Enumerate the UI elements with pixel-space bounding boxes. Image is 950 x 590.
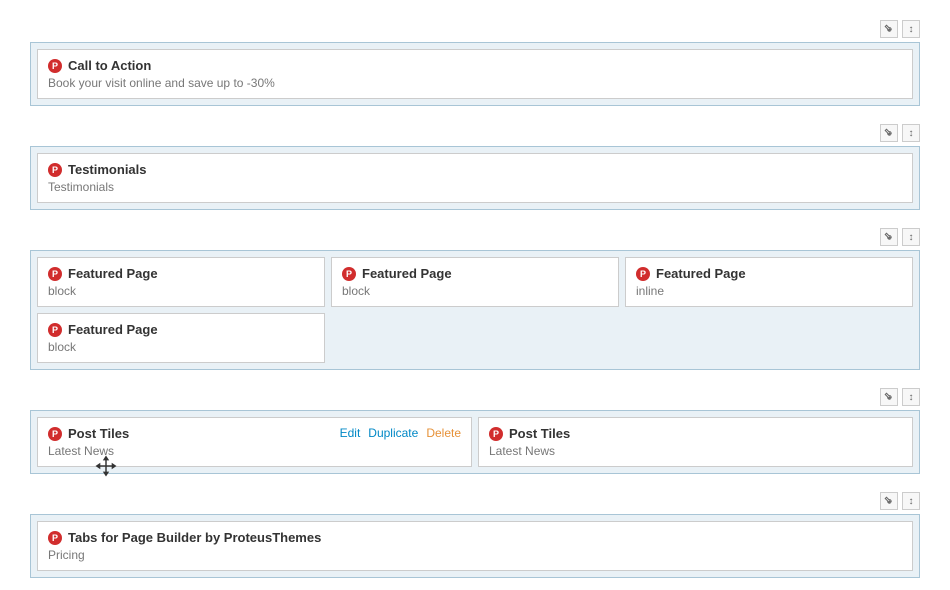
row-tools [30,228,920,246]
proteus-icon: P [48,267,62,281]
row-wrap: P Featured Page block P Featured Page bl… [30,250,920,370]
row-section: Edit Duplicate Delete P Post Tiles Lates… [30,388,920,474]
column: P Post Tiles Latest News [478,417,913,467]
proteus-icon: P [342,267,356,281]
widget-subtitle: block [342,284,608,298]
column: P Featured Page inline [625,257,913,363]
delete-button[interactable]: Delete [426,426,461,440]
column: Edit Duplicate Delete P Post Tiles Lates… [37,417,472,467]
row-tools [30,124,920,142]
expand-icon[interactable] [902,492,920,510]
wrench-icon[interactable] [880,124,898,142]
row-section: P Tabs for Page Builder by ProteusThemes… [30,492,920,578]
widget-title: Featured Page [68,266,158,281]
wrench-icon[interactable] [880,492,898,510]
widget-title: Featured Page [362,266,452,281]
widget-subtitle: Testimonials [48,180,902,194]
duplicate-button[interactable]: Duplicate [368,426,418,440]
expand-icon[interactable] [902,228,920,246]
widget-title: Testimonials [68,162,147,177]
proteus-icon: P [48,59,62,73]
widget-call-to-action[interactable]: P Call to Action Book your visit online … [37,49,913,99]
expand-icon[interactable] [902,388,920,406]
row-section: P Featured Page block P Featured Page bl… [30,228,920,370]
proteus-icon: P [48,531,62,545]
proteus-icon: P [489,427,503,441]
column: P Featured Page block P Featured Page bl… [37,257,325,363]
row-section: P Testimonials Testimonials [30,124,920,210]
edit-button[interactable]: Edit [340,426,361,440]
expand-icon[interactable] [902,20,920,38]
widget-subtitle: Latest News [48,444,461,458]
widget-subtitle: Pricing [48,548,902,562]
proteus-icon: P [48,427,62,441]
row-wrap: P Tabs for Page Builder by ProteusThemes… [30,514,920,578]
widget-featured-page[interactable]: P Featured Page inline [625,257,913,307]
widget-tabs[interactable]: P Tabs for Page Builder by ProteusThemes… [37,521,913,571]
proteus-icon: P [48,163,62,177]
widget-title: Featured Page [68,322,158,337]
column: P Call to Action Book your visit online … [37,49,913,99]
widget-title: Featured Page [656,266,746,281]
widget-post-tiles[interactable]: Edit Duplicate Delete P Post Tiles Lates… [37,417,472,467]
widget-title: Tabs for Page Builder by ProteusThemes [68,530,321,545]
widget-testimonials[interactable]: P Testimonials Testimonials [37,153,913,203]
column: P Testimonials Testimonials [37,153,913,203]
row-tools [30,492,920,510]
proteus-icon: P [48,323,62,337]
wrench-icon[interactable] [880,228,898,246]
widget-title: Call to Action [68,58,151,73]
row-wrap: Edit Duplicate Delete P Post Tiles Lates… [30,410,920,474]
wrench-icon[interactable] [880,20,898,38]
column: P Featured Page block [331,257,619,363]
row-tools [30,388,920,406]
expand-icon[interactable] [902,124,920,142]
widget-subtitle: block [48,340,314,354]
widget-subtitle: inline [636,284,902,298]
wrench-icon[interactable] [880,388,898,406]
widget-featured-page[interactable]: P Featured Page block [37,313,325,363]
row-section: P Call to Action Book your visit online … [30,20,920,106]
column: P Tabs for Page Builder by ProteusThemes… [37,521,913,571]
widget-subtitle: block [48,284,314,298]
widget-post-tiles[interactable]: P Post Tiles Latest News [478,417,913,467]
widget-title: Post Tiles [509,426,570,441]
widget-title: Post Tiles [68,426,129,441]
widget-subtitle: Latest News [489,444,902,458]
row-tools [30,20,920,38]
proteus-icon: P [636,267,650,281]
row-wrap: P Call to Action Book your visit online … [30,42,920,106]
widget-featured-page[interactable]: P Featured Page block [37,257,325,307]
widget-featured-page[interactable]: P Featured Page block [331,257,619,307]
row-wrap: P Testimonials Testimonials [30,146,920,210]
widget-actions: Edit Duplicate Delete [340,426,461,440]
widget-subtitle: Book your visit online and save up to -3… [48,76,902,90]
